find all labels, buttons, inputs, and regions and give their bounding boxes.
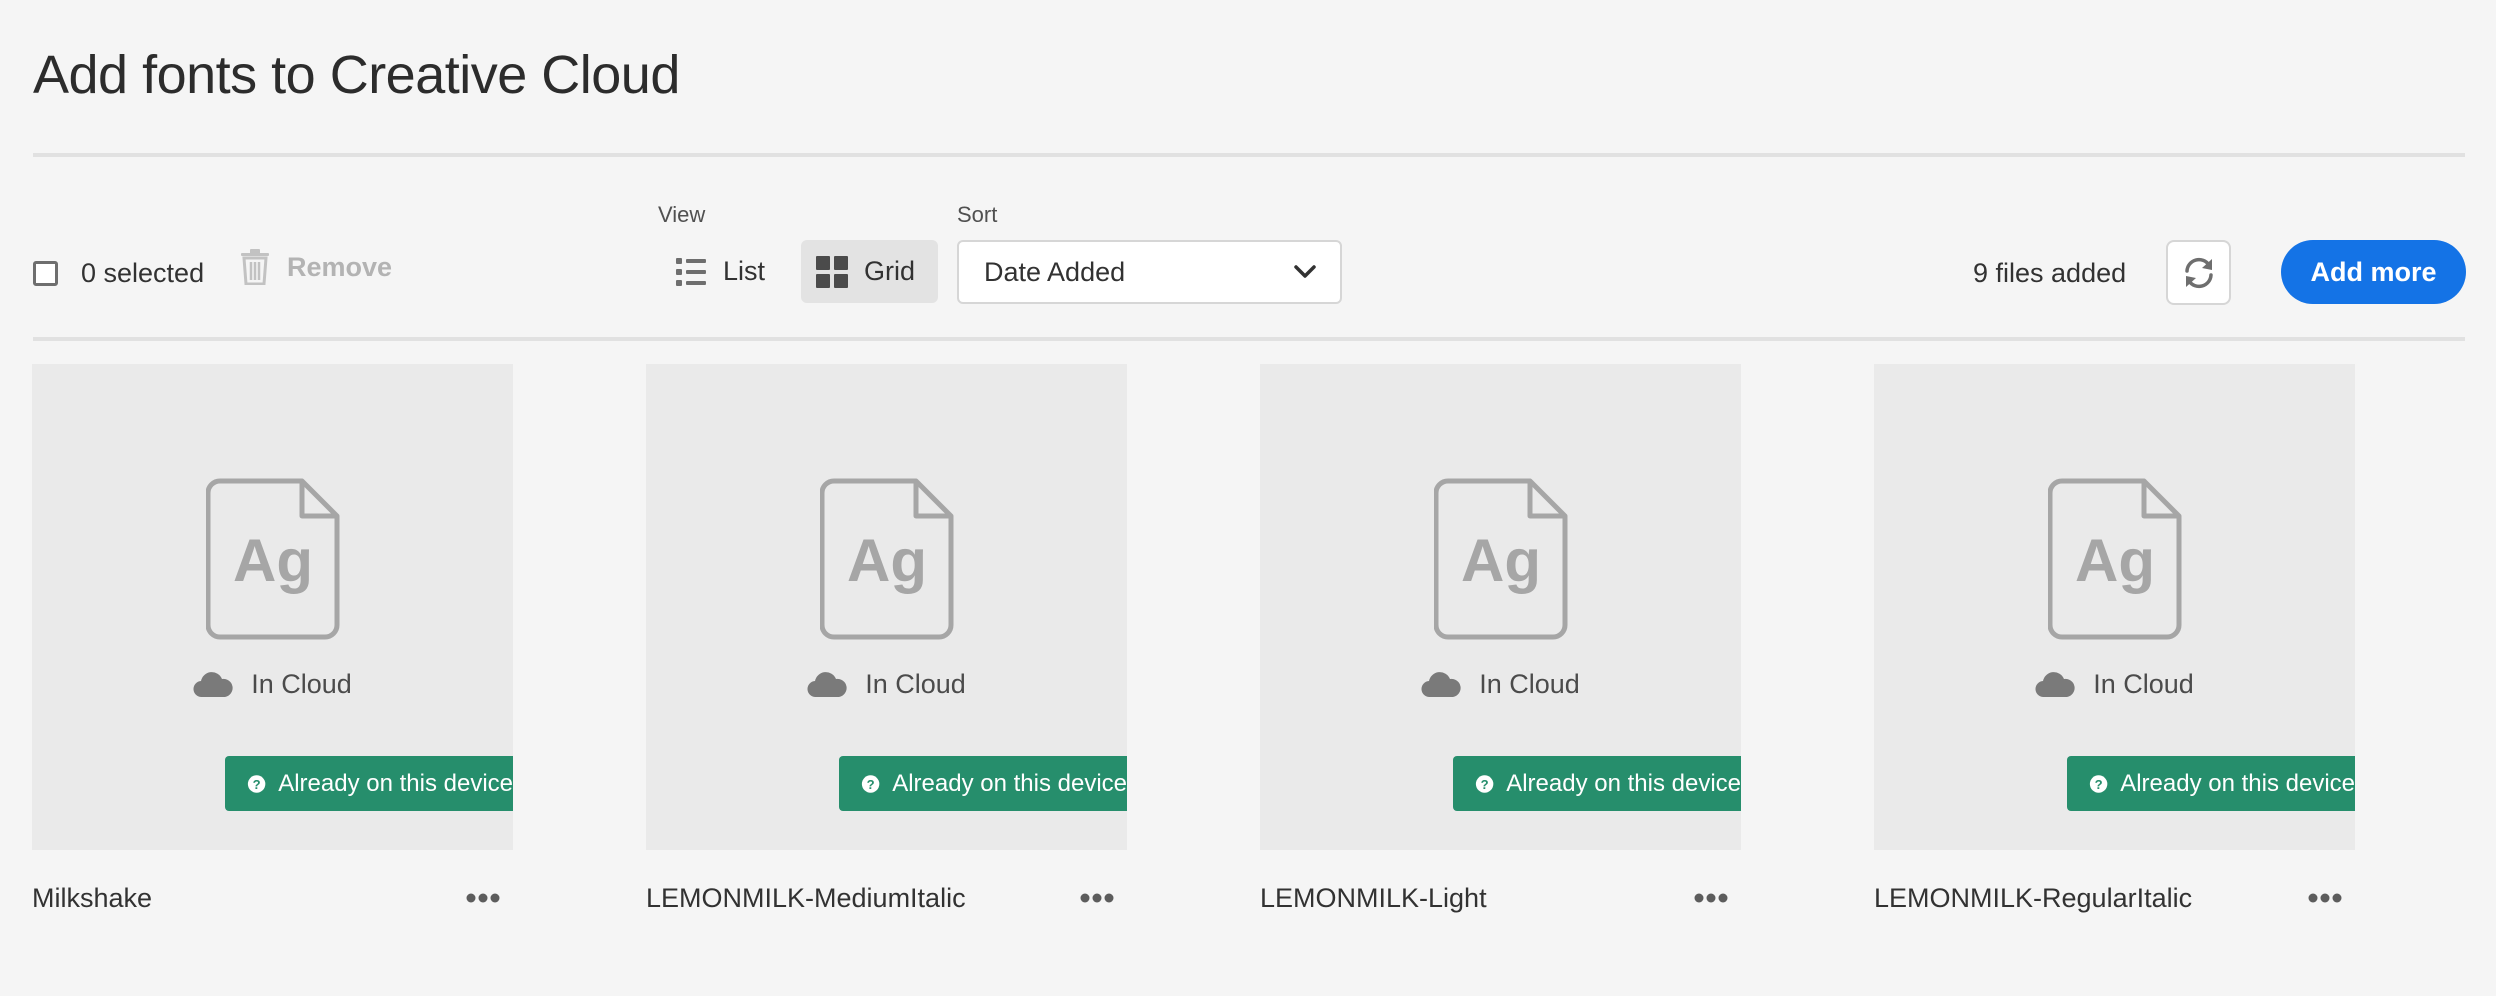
header-divider <box>33 153 2465 157</box>
refresh-button[interactable] <box>2166 240 2231 305</box>
svg-text:?: ? <box>1481 776 1489 791</box>
font-card-1[interactable]: Ag In Cloud ? Already on this device Mil… <box>32 364 513 928</box>
cloud-icon <box>2035 671 2075 697</box>
font-preview-glyph: Ag <box>233 527 313 594</box>
page-title: Add fonts to Creative Cloud <box>33 45 680 105</box>
font-name: Milkshake <box>32 882 153 913</box>
font-file-icon: Ag <box>1434 478 1568 640</box>
font-file-icon: Ag <box>206 478 340 640</box>
badge-label: Already on this device <box>1506 769 1741 797</box>
cloud-status: In Cloud <box>646 669 1127 700</box>
font-thumbnail[interactable]: Ag In Cloud ? Already on this device <box>646 364 1127 850</box>
remove-button[interactable]: Remove <box>240 249 392 285</box>
checkbox-icon[interactable] <box>33 261 58 286</box>
already-on-device-badge: ? Already on this device <box>1453 756 1741 811</box>
svg-text:?: ? <box>2095 776 2103 791</box>
remove-label: Remove <box>287 251 393 282</box>
cloud-status-label: In Cloud <box>865 669 966 699</box>
font-name: LEMONMILK-Light <box>1260 882 1487 913</box>
card-footer: LEMONMILK-RegularItalic <box>1874 868 2355 928</box>
more-icon <box>1080 893 1114 903</box>
more-icon <box>2308 893 2342 903</box>
add-more-button[interactable]: Add more <box>2281 240 2466 304</box>
chevron-down-icon <box>1294 265 1316 278</box>
already-on-device-badge: ? Already on this device <box>225 756 513 811</box>
cloud-status: In Cloud <box>32 669 513 700</box>
badge-label: Already on this device <box>892 769 1127 797</box>
font-thumbnail[interactable]: Ag In Cloud ? Already on this device <box>32 364 513 850</box>
cloud-icon <box>1421 671 1461 697</box>
sort-label: Sort <box>957 202 998 227</box>
cloud-status: In Cloud <box>1874 669 2355 700</box>
font-preview-glyph: Ag <box>1461 527 1541 594</box>
view-list-label: List <box>722 256 765 286</box>
more-icon <box>1694 893 1728 903</box>
card-footer: LEMONMILK-Light <box>1260 868 1741 928</box>
font-preview-glyph: Ag <box>2075 527 2155 594</box>
view-grid-button[interactable]: Grid <box>801 240 938 303</box>
refresh-icon <box>2184 257 2213 288</box>
help-circle-icon: ? <box>2089 774 2108 793</box>
view-grid-label: Grid <box>864 256 916 286</box>
card-footer: LEMONMILK-MediumItalic <box>646 868 1127 928</box>
font-name: LEMONMILK-RegularItalic <box>1874 882 2193 913</box>
card-footer: Milkshake <box>32 868 513 928</box>
cloud-icon <box>193 671 233 697</box>
list-icon <box>675 257 706 286</box>
svg-text:?: ? <box>253 776 261 791</box>
font-thumbnail[interactable]: Ag In Cloud ? Already on this device <box>1874 364 2355 850</box>
grid-icon <box>816 255 848 288</box>
badge-label: Already on this device <box>278 769 513 797</box>
more-options-button[interactable] <box>1077 878 1117 918</box>
select-all[interactable]: 0 selected <box>33 258 204 289</box>
more-icon <box>466 893 500 903</box>
badge-label: Already on this device <box>2120 769 2355 797</box>
already-on-device-badge: ? Already on this device <box>839 756 1127 811</box>
font-thumbnail[interactable]: Ag In Cloud ? Already on this device <box>1260 364 1741 850</box>
files-added-count: 9 files added <box>1973 258 2127 288</box>
font-preview-glyph: Ag <box>847 527 927 594</box>
cloud-status-label: In Cloud <box>251 669 352 699</box>
help-circle-icon: ? <box>1475 774 1494 793</box>
cloud-status: In Cloud <box>1260 669 1741 700</box>
view-label: View <box>658 202 706 227</box>
help-circle-icon: ? <box>247 774 266 793</box>
already-on-device-badge: ? Already on this device <box>2067 756 2355 811</box>
font-file-icon: Ag <box>820 478 954 640</box>
font-name: LEMONMILK-MediumItalic <box>646 882 966 913</box>
more-options-button[interactable] <box>463 878 503 918</box>
cloud-status-label: In Cloud <box>1479 669 1580 699</box>
font-card-4[interactable]: Ag In Cloud ? Already on this device LEM… <box>1874 364 2355 928</box>
more-options-button[interactable] <box>1691 878 1731 918</box>
cloud-status-label: In Cloud <box>2093 669 2194 699</box>
add-fonts-page: Add fonts to Creative Cloud View Sort 0 … <box>0 0 2496 996</box>
toolbar-divider <box>33 337 2465 341</box>
font-file-icon: Ag <box>2048 478 2182 640</box>
trash-icon <box>241 249 269 285</box>
sort-dropdown[interactable]: Date Added <box>957 240 1342 304</box>
view-list-button[interactable]: List <box>660 240 780 303</box>
font-card-2[interactable]: Ag In Cloud ? Already on this device LEM… <box>646 364 1127 928</box>
font-card-3[interactable]: Ag In Cloud ? Already on this device LEM… <box>1260 364 1741 928</box>
svg-text:?: ? <box>867 776 875 791</box>
help-circle-icon: ? <box>861 774 880 793</box>
cloud-icon <box>807 671 847 697</box>
sort-value: Date Added <box>984 256 1126 287</box>
more-options-button[interactable] <box>2305 878 2345 918</box>
selected-count: 0 selected <box>81 258 205 288</box>
